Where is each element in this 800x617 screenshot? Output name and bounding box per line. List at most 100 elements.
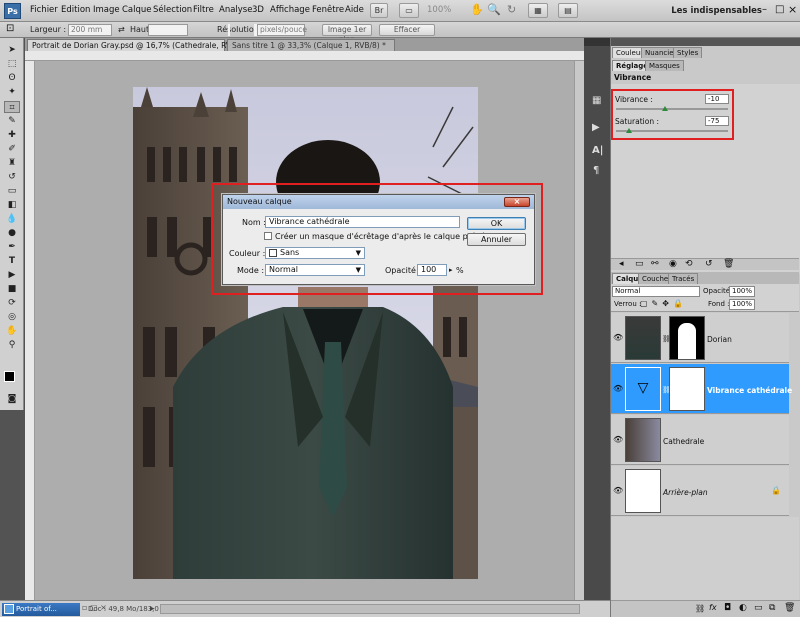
layer-row-arriere-plan[interactable]: 👁 Arrière-plan 🔒 [611,466,789,516]
tab-sans-titre[interactable]: Sans titre 1 @ 33,3% (Calque 1, RVB/8) * [227,39,395,51]
fill-input[interactable]: 100% [729,299,755,310]
delete-layer-icon[interactable]: 🗑 [784,603,795,613]
new-layer-icon[interactable]: ⧉ [769,603,775,613]
zoom-icon[interactable]: 🔍 [487,3,501,16]
menu-image[interactable]: Image [93,5,120,15]
character-panel-icon[interactable]: A| [592,145,603,156]
menu-aide[interactable]: Aide [345,5,364,15]
paragraph-panel-icon[interactable]: ¶ [593,165,599,176]
history-brush-icon[interactable]: ↺ [4,171,20,183]
maximize-icon[interactable]: □ [775,4,784,15]
ok-button[interactable]: OK [467,217,526,230]
bridge-icon[interactable]: Br [370,3,388,18]
menu-fichier[interactable]: Fichier [30,5,58,15]
hand-tool-icon[interactable]: ✋ [4,325,20,337]
hand-icon[interactable]: ✋ [470,3,484,16]
menu-analyse[interactable]: Analyse [219,5,252,15]
brush-tool-icon[interactable]: ✐ [4,143,20,155]
type-tool-icon[interactable]: T [4,255,20,267]
saturation-input[interactable]: -75 [705,116,729,126]
opacity-input[interactable]: 100 [417,264,447,276]
layer-row-vibrance[interactable]: 👁 ▽ ⛓ Vibrance cathédrale [611,364,792,414]
eye-icon[interactable]: 👁 [613,486,623,495]
color-select[interactable]: Sans ▼ [265,247,365,259]
close-icon[interactable]: × [504,197,530,207]
saturation-slider-track[interactable] [616,130,728,132]
front-image-button[interactable]: Image 1er plan [322,24,372,44]
trash-icon[interactable]: 🗑 [723,259,734,269]
screen-mode-icon[interactable]: ▭ [399,3,419,18]
lasso-tool-icon[interactable]: ʘ [4,72,20,84]
eye-icon[interactable]: 👁 [613,384,623,393]
layout-icon[interactable]: ▤ [558,3,578,18]
close-icon[interactable]: × [788,3,797,16]
swap-icon[interactable]: ⇄ [118,25,125,34]
blend-mode-select[interactable]: Normal [612,286,700,297]
menu-fenetre[interactable]: Fenêtre [312,5,344,15]
eraser-icon[interactable]: ▭ [4,185,20,197]
vibrance-slider-track[interactable] [616,108,728,110]
workspace-switcher[interactable]: Les indispensables [671,6,762,16]
back-arrow-icon[interactable]: ◂ [619,259,624,269]
reset-icon[interactable]: ↺ [705,259,713,269]
cancel-button[interactable]: Annuler [467,233,526,246]
fx-icon[interactable]: fx [709,603,717,612]
magic-wand-icon[interactable]: ✦ [4,86,20,98]
layer-row-cathedrale[interactable]: 👁 Cathedrale [611,415,789,465]
add-mask-icon[interactable]: ◘ [724,603,731,613]
saturation-slider-handle[interactable] [626,128,632,133]
zoom-tool-icon[interactable]: ⚲ [4,339,20,351]
menu-filtre[interactable]: Filtre [193,5,214,15]
clone-stamp-icon[interactable]: ♜ [4,157,20,169]
lock-icons[interactable]: ▢✎✥🔒 [640,299,687,308]
menu-affichage[interactable]: Affichage [270,5,310,15]
unit-select[interactable]: pixels/pouce [257,24,307,36]
clip-mask-checkbox[interactable] [264,232,272,240]
document-image[interactable] [133,87,478,579]
rotate-icon[interactable]: ↻ [507,3,516,16]
foreground-color-swatch[interactable] [4,371,15,382]
status-arrow-icon[interactable]: ▸ [150,604,155,614]
dodge-icon[interactable]: ● [4,227,20,239]
clip-icon[interactable]: ⚯ [651,259,659,269]
taskbar-item[interactable]: Portrait of... [2,603,80,616]
vibrance-slider-handle[interactable] [662,106,668,111]
pen-tool-icon[interactable]: ✒ [4,241,20,253]
expand-icon[interactable]: ▭ [635,259,644,269]
opacity-arrow-icon[interactable]: ▸ [449,266,453,274]
actions-panel-icon[interactable]: ▶ [592,122,600,133]
3d-orbit-icon[interactable]: ◎ [4,311,20,323]
adjustment-layer-icon[interactable]: ◐ [739,603,747,613]
menu-edition[interactable]: Edition [61,5,90,15]
healing-brush-icon[interactable]: ✚ [4,129,20,141]
tab-masques[interactable]: Masques [645,60,684,71]
marquee-tool-icon[interactable]: ⬚ [4,58,20,70]
menu-selection[interactable]: Sélection [153,5,192,15]
crop-tool-icon[interactable]: ⊡ [6,23,14,34]
mode-select[interactable]: Normal ▼ [265,264,365,276]
visibility-icon[interactable]: ◉ [669,259,677,269]
gradient-icon[interactable]: ◧ [4,199,20,211]
vertical-scrollbar[interactable] [574,61,584,600]
history-panel-icon[interactable]: ▦ [592,95,601,106]
eyedropper-icon[interactable]: ✎ [4,115,20,127]
blur-icon[interactable]: 💧 [4,213,20,225]
hauteur-input[interactable] [148,24,188,36]
menu-calque[interactable]: Calque [122,5,152,15]
minimize-icon[interactable]: – [762,4,767,15]
horizontal-scrollbar[interactable] [160,604,580,614]
layer-opacity-input[interactable]: 100% [729,286,755,297]
path-selection-icon[interactable]: ▶ [4,269,20,281]
clear-button[interactable]: Effacer [379,24,435,36]
layer-row-dorian[interactable]: 👁 ⛓ Dorian [611,313,789,363]
largeur-input[interactable]: 200 mm [68,24,112,36]
eye-icon[interactable]: 👁 [613,435,623,444]
vibrance-input[interactable]: -10 [705,94,729,104]
quick-mask-icon[interactable]: ◙ [4,393,20,405]
zoom-level[interactable]: 100% [427,5,451,15]
menu-3d[interactable]: 3D [252,5,264,15]
3d-rotate-icon[interactable]: ⟳ [4,297,20,309]
link-layers-icon[interactable]: ⛓ [695,604,705,613]
arrange-icon[interactable]: ▦ [528,3,548,18]
eye-icon[interactable]: 👁 [613,333,623,342]
